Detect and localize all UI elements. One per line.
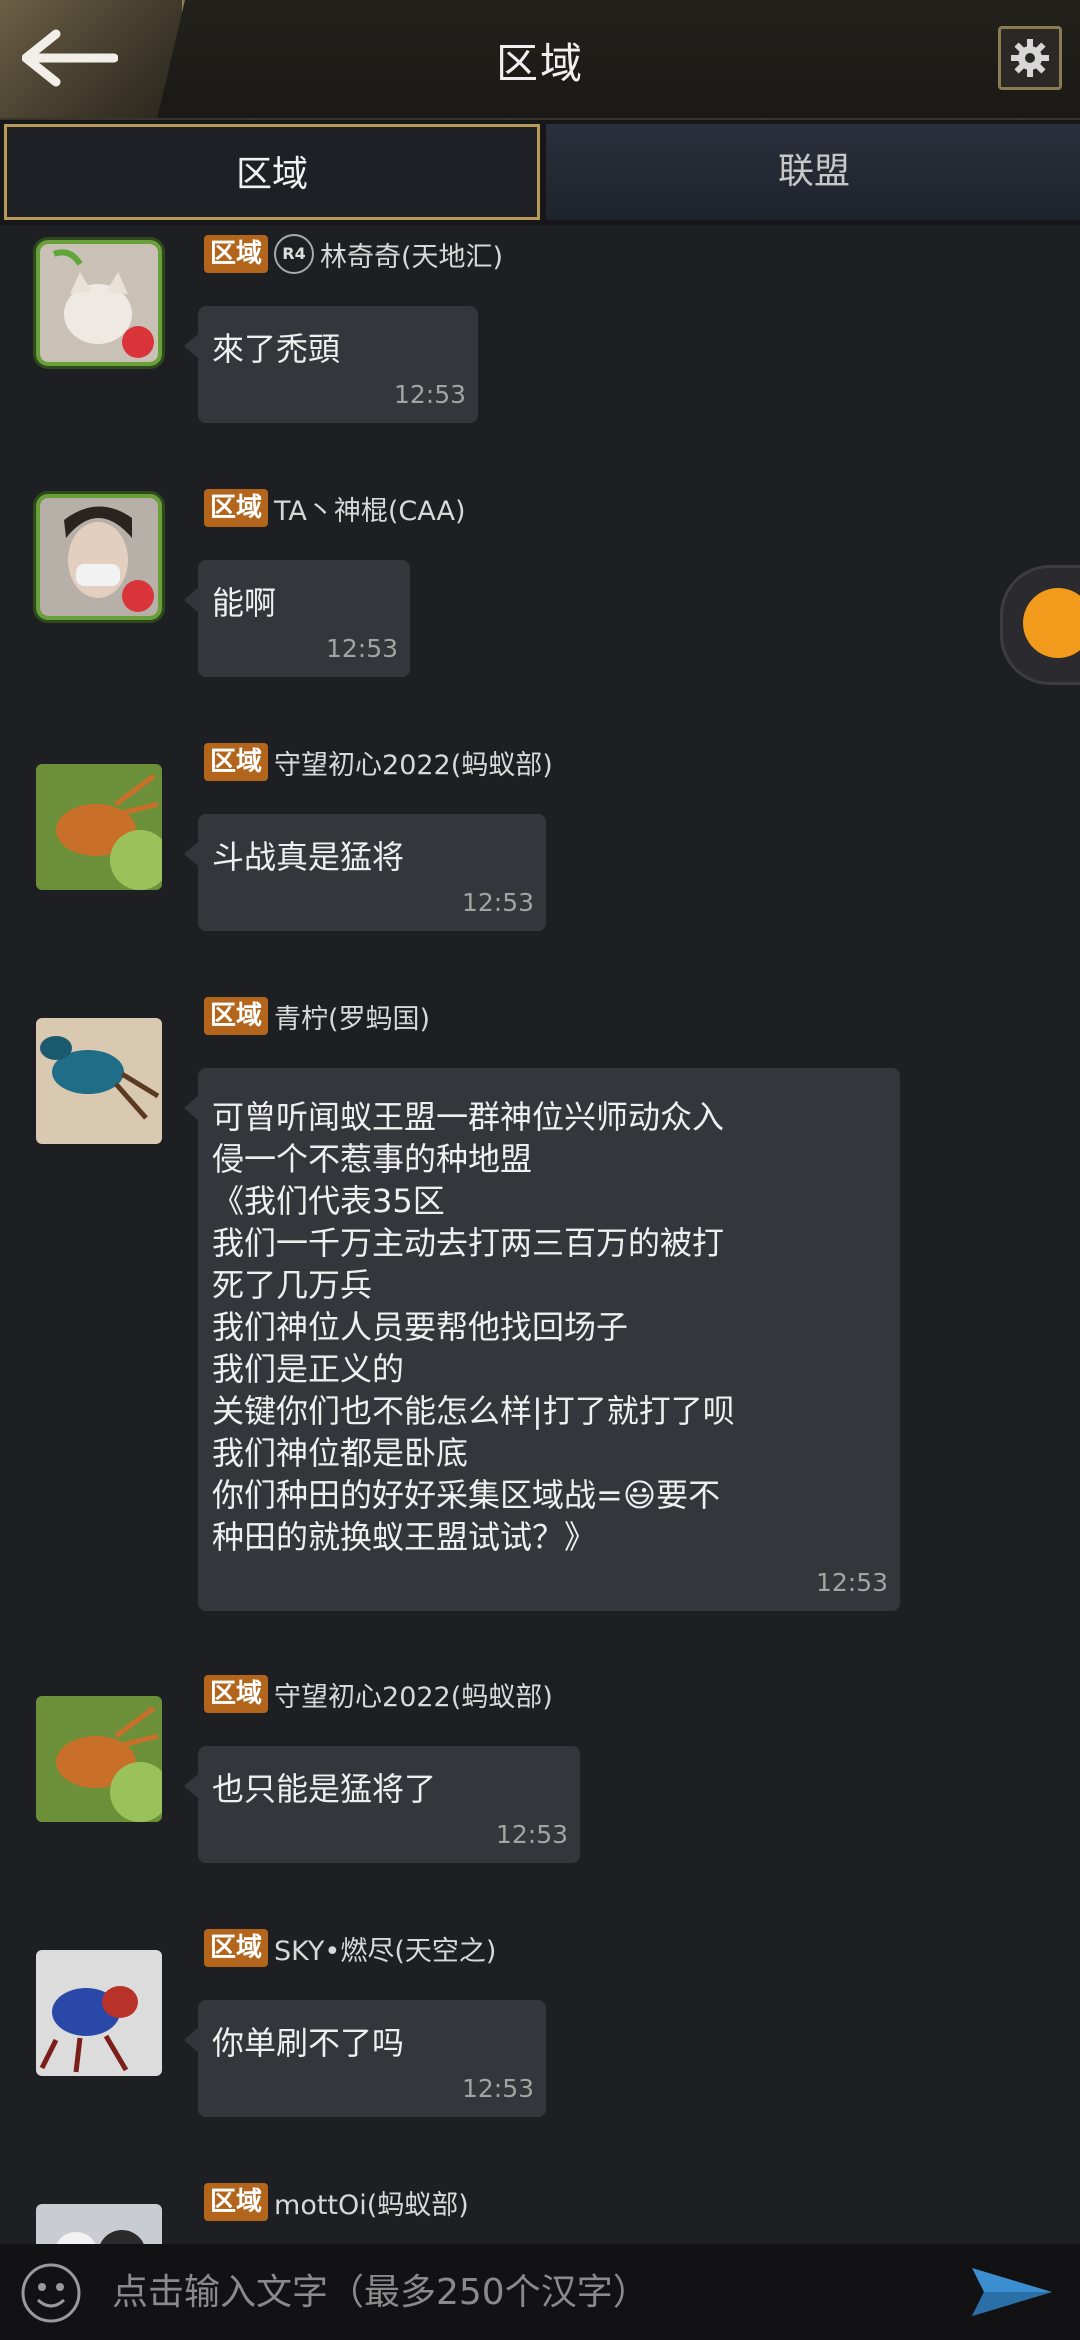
region-badge: 区域 bbox=[204, 2183, 269, 2221]
sender-name[interactable]: 守望初心2022(蚂蚁部) bbox=[274, 1675, 553, 1714]
avatar[interactable] bbox=[36, 494, 162, 620]
assistant-mascot-icon bbox=[1023, 588, 1080, 658]
sender-name[interactable]: TA丶神棍(CAA) bbox=[274, 489, 465, 528]
region-badge: 区域 bbox=[204, 997, 269, 1035]
top-bar: 区域 bbox=[0, 0, 1080, 120]
region-badge: 区域 bbox=[204, 743, 269, 781]
message-text: 能啊 bbox=[212, 584, 277, 622]
region-badge: 区域 bbox=[204, 1675, 269, 1713]
avatar[interactable] bbox=[36, 1696, 162, 1822]
avatar[interactable] bbox=[36, 1018, 162, 1144]
message-header: 区域 R4 林奇奇(天地汇) bbox=[204, 234, 503, 274]
sender-name[interactable]: 林奇奇(天地汇) bbox=[320, 235, 503, 274]
avatar[interactable] bbox=[36, 2204, 162, 2244]
input-bar bbox=[0, 2244, 1080, 2340]
message-header: 区域 青柠(罗蚂国) bbox=[204, 996, 430, 1036]
floating-assistant-button[interactable] bbox=[1000, 565, 1080, 685]
message-time: 12:53 bbox=[461, 888, 534, 917]
message-header: 区域 SKY•燃尽(天空之) bbox=[204, 1928, 496, 1968]
message-text: 斗战真是猛将 bbox=[212, 838, 405, 876]
channel-tabs: 区域 联盟 bbox=[0, 120, 1080, 225]
message-bubble[interactable]: 也只能是猛将了 12:53 bbox=[184, 1746, 580, 1863]
tab-region[interactable]: 区域 bbox=[4, 124, 540, 220]
avatar[interactable] bbox=[36, 240, 162, 366]
chat-list[interactable]: 区域 R4 林奇奇(天地汇) 來了禿頭 12:53 区域 TA丶神棍(CAA) … bbox=[0, 226, 1080, 2244]
send-button[interactable] bbox=[970, 2266, 1054, 2322]
avatar[interactable] bbox=[36, 764, 162, 890]
message-header: 区域 守望初心2022(蚂蚁部) bbox=[204, 742, 553, 782]
message-time: 12:53 bbox=[461, 2074, 534, 2103]
tab-alliance[interactable]: 联盟 bbox=[546, 124, 1080, 220]
gear-icon bbox=[1011, 39, 1049, 77]
message-time: 12:53 bbox=[815, 1568, 888, 1597]
message-bubble[interactable]: 來了禿頭 12:53 bbox=[184, 306, 478, 423]
message-text: 來了禿頭 bbox=[212, 330, 341, 368]
emoji-button[interactable] bbox=[20, 2262, 82, 2328]
sender-name[interactable]: SKY•燃尽(天空之) bbox=[274, 1929, 496, 1968]
send-icon bbox=[972, 2268, 1052, 2316]
region-badge: 区域 bbox=[204, 1929, 269, 1967]
avatar[interactable] bbox=[36, 1950, 162, 2076]
message-text: 也只能是猛将了 bbox=[212, 1770, 437, 1808]
rank-badge: R4 bbox=[274, 234, 315, 274]
sender-name[interactable]: mottOi(蚂蚁部) bbox=[274, 2183, 469, 2222]
message-time: 12:53 bbox=[495, 1820, 568, 1849]
message-time: 12:53 bbox=[325, 634, 398, 663]
message-bubble[interactable]: 能啊 12:53 bbox=[184, 560, 410, 677]
page-title: 区域 bbox=[495, 39, 584, 88]
smiley-icon bbox=[21, 2263, 81, 2323]
region-badge: 区域 bbox=[204, 235, 269, 273]
sender-name[interactable]: 青柠(罗蚂国) bbox=[274, 997, 430, 1036]
message-header: 区域 mottOi(蚂蚁部) bbox=[204, 2182, 469, 2222]
message-text: 你单刷不了吗 bbox=[212, 2024, 405, 2062]
message-bubble[interactable]: 你单刷不了吗 12:53 bbox=[184, 2000, 546, 2117]
region-badge: 区域 bbox=[204, 489, 269, 527]
message-time: 12:53 bbox=[393, 380, 466, 409]
message-bubble[interactable]: 可曾听闻蚁王盟一群神位兴师动众入 侵一个不惹事的种地盟 《我们代表35区 我们一… bbox=[184, 1068, 900, 1611]
sender-name[interactable]: 守望初心2022(蚂蚁部) bbox=[274, 743, 553, 782]
message-bubble[interactable]: 斗战真是猛将 12:53 bbox=[184, 814, 546, 931]
message-input[interactable] bbox=[112, 2258, 932, 2326]
message-header: 区域 守望初心2022(蚂蚁部) bbox=[204, 1674, 553, 1714]
message-header: 区域 TA丶神棍(CAA) bbox=[204, 488, 466, 528]
message-text: 可曾听闻蚁王盟一群神位兴师动众入 侵一个不惹事的种地盟 《我们代表35区 我们一… bbox=[212, 1098, 735, 1556]
settings-button[interactable] bbox=[998, 26, 1062, 90]
